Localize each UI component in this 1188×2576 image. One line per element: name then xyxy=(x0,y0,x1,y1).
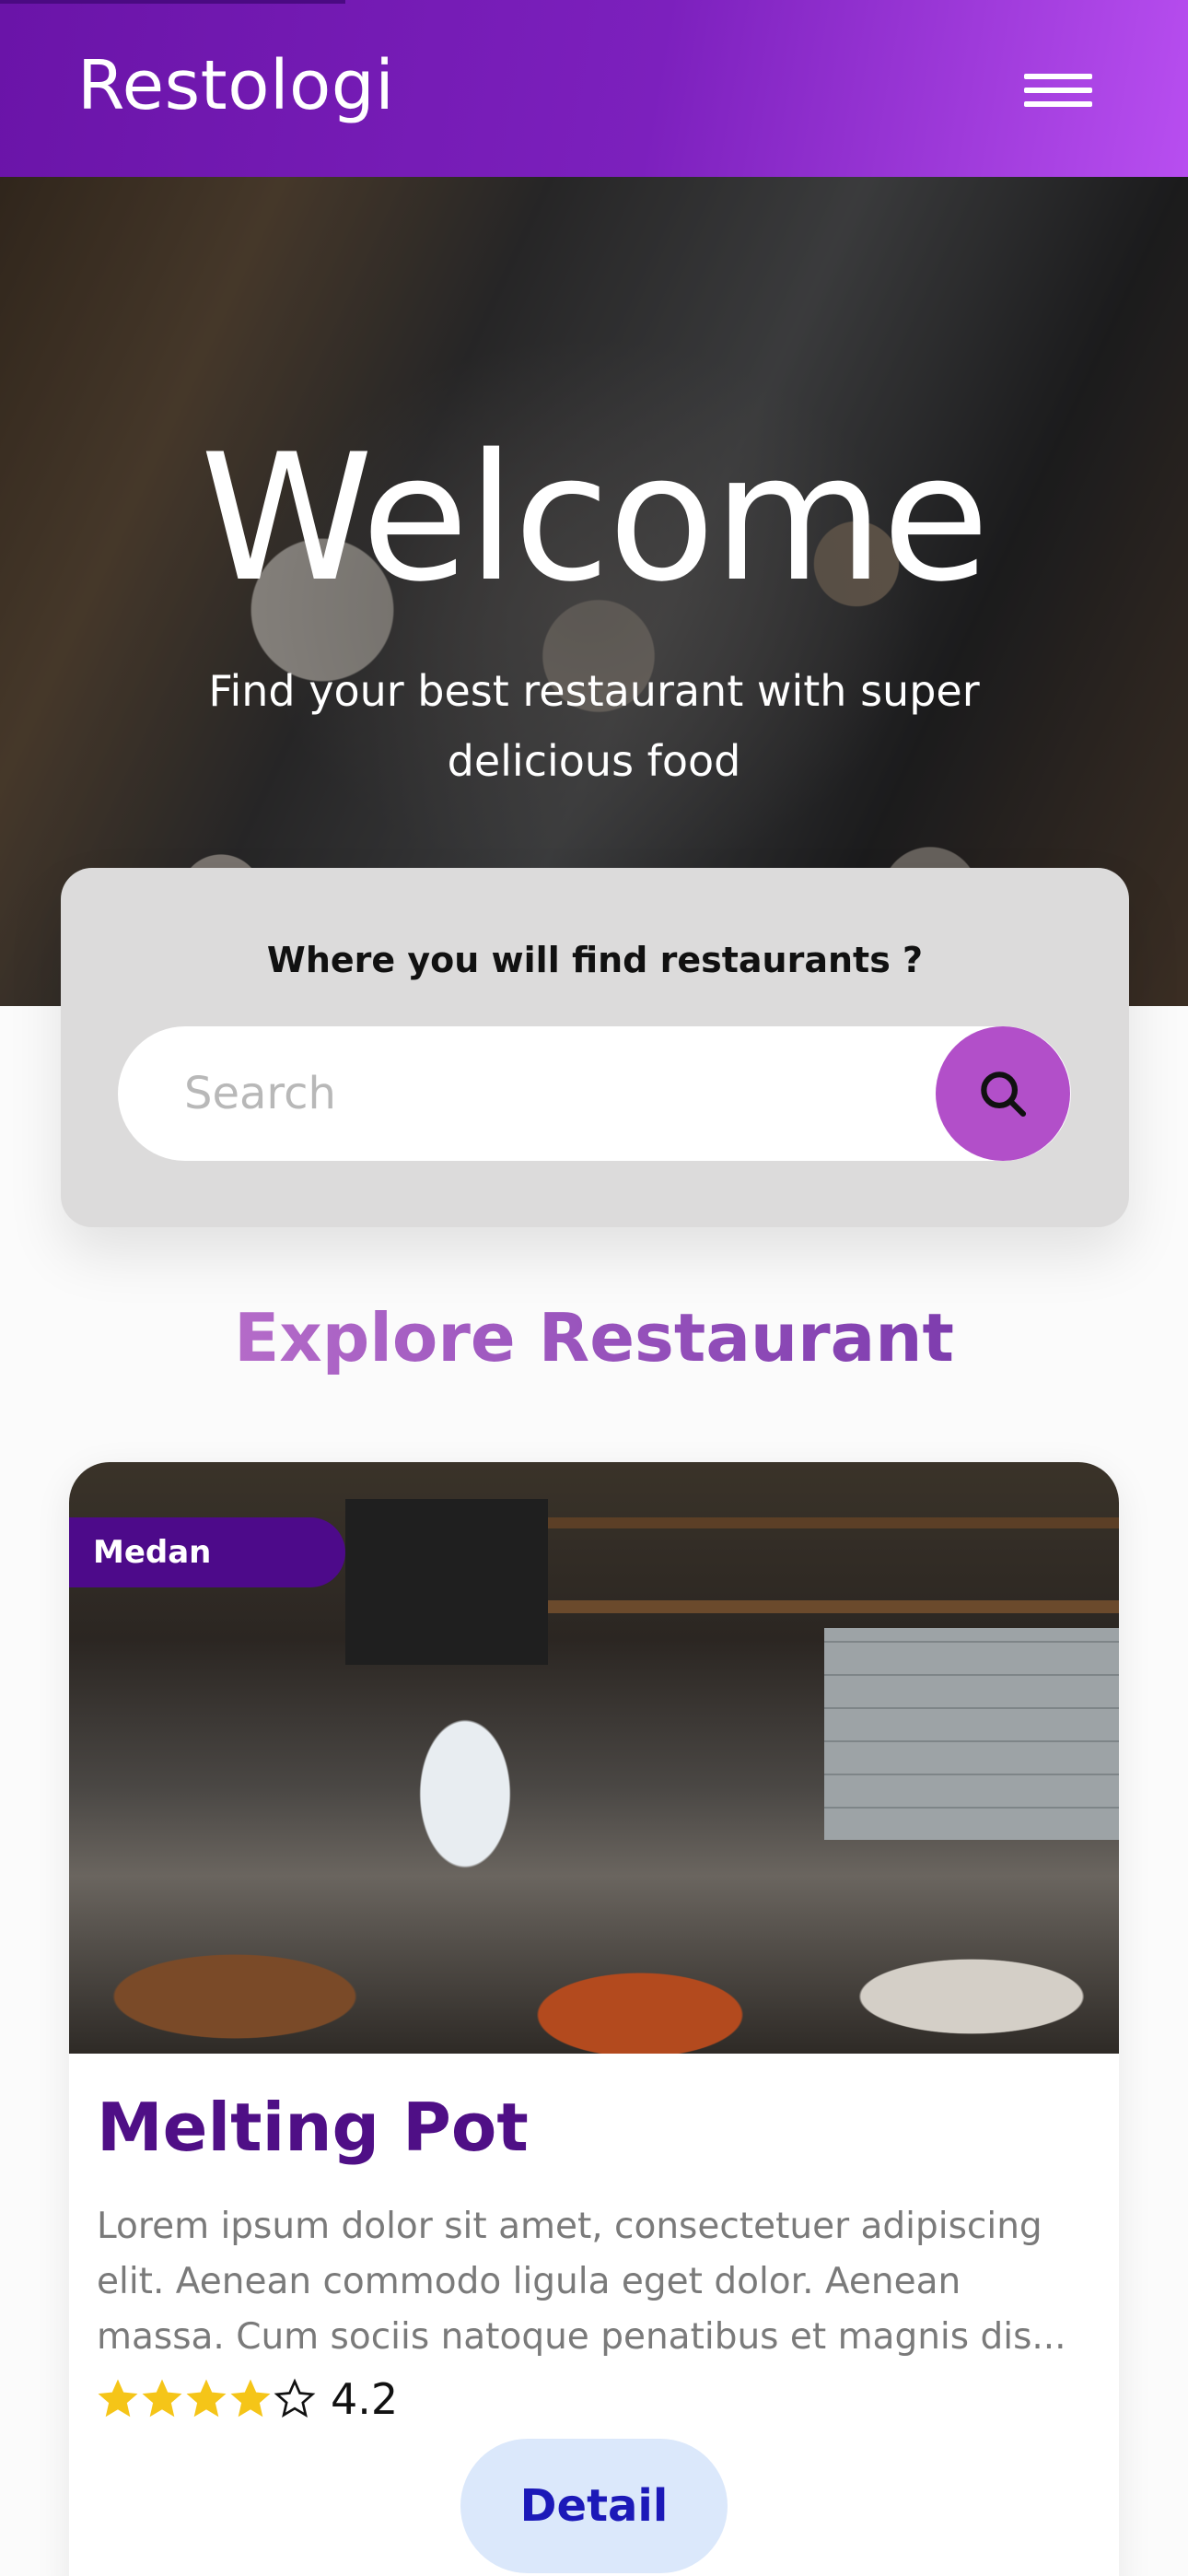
search-card: Where you will find restaurants ? xyxy=(61,868,1129,1227)
app-header: Restologi xyxy=(0,0,1188,177)
search-button[interactable] xyxy=(936,1026,1070,1161)
search-question: Where you will find restaurants ? xyxy=(266,940,924,980)
hamburger-menu-icon[interactable] xyxy=(1024,72,1100,109)
search-input[interactable] xyxy=(118,1026,947,1161)
hero-title: Welcome xyxy=(200,416,989,620)
star-filled-icon xyxy=(186,2379,227,2418)
search-box xyxy=(118,1026,1071,1161)
page: Restologi Welcome Find your best restaur… xyxy=(0,0,1188,2576)
restaurant-image[interactable]: Medan xyxy=(69,1462,1119,2054)
detail-button[interactable]: Detail xyxy=(460,2439,728,2573)
star-filled-icon xyxy=(230,2379,271,2418)
rating-stars xyxy=(97,2378,316,2420)
restaurant-description: Lorem ipsum dolor sit amet, consectetuer… xyxy=(97,2206,1066,2358)
header-accent-bar xyxy=(0,0,345,4)
rating-value: 4.2 xyxy=(331,2374,399,2424)
restaurant-card: Medan Melting Pot Lorem ipsum dolor sit … xyxy=(69,1462,1119,2576)
star-empty-icon xyxy=(274,2378,316,2418)
star-filled-icon xyxy=(142,2379,182,2418)
hero-subtitle: Find your best restaurant with super del… xyxy=(208,666,980,786)
section-title: Explore Restaurant xyxy=(0,1299,1188,1376)
star-filled-icon xyxy=(98,2379,138,2418)
city-badge: Medan xyxy=(69,1517,345,1587)
search-icon xyxy=(981,1071,1027,1118)
rating: 4.2 xyxy=(97,2374,398,2424)
restaurant-name: Melting Pot xyxy=(97,2089,529,2166)
brand-logo[interactable]: Restologi xyxy=(77,46,394,125)
